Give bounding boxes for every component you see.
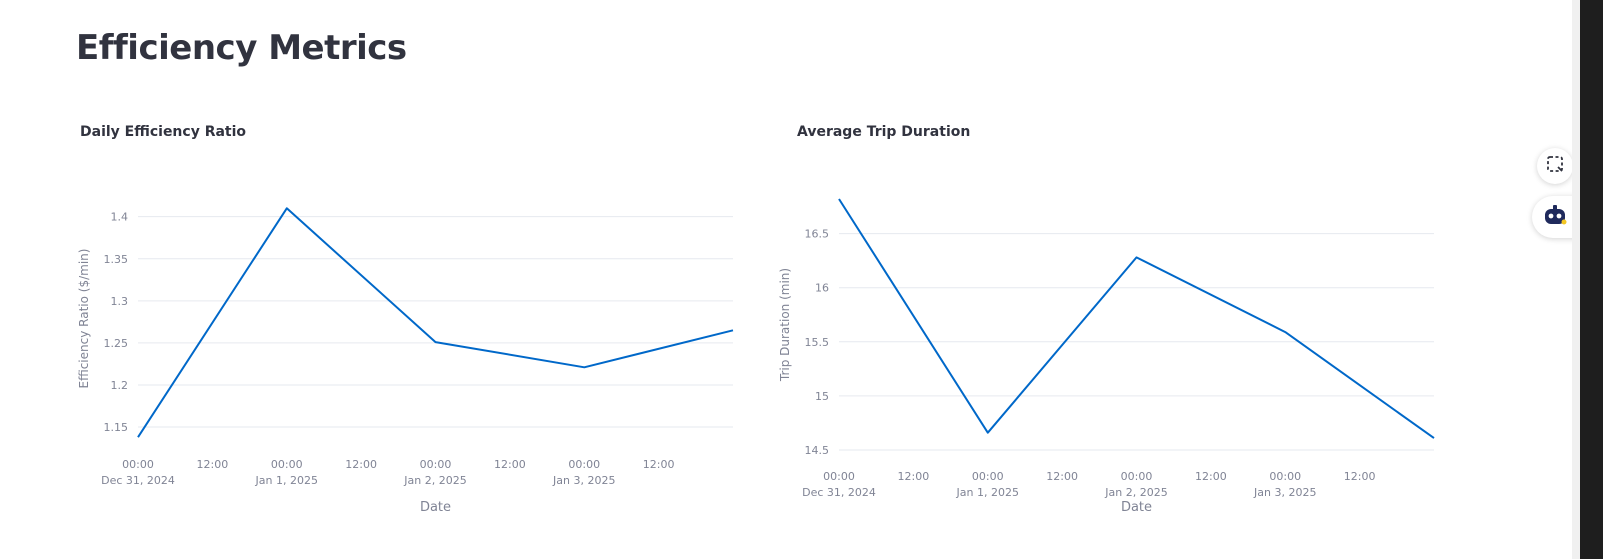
series-line[interactable] xyxy=(838,198,1435,439)
x-tick-label: 00:00 xyxy=(972,470,1004,483)
y-tick-label: 15 xyxy=(815,390,829,403)
x-tick-date-label: Jan 1, 2025 xyxy=(956,486,1019,499)
x-tick-label: 12:00 xyxy=(1344,470,1376,483)
x-tick-date-label: Dec 31, 2024 xyxy=(802,486,876,499)
y-tick-label: 16 xyxy=(815,282,829,295)
x-tick-date-label: Jan 3, 2025 xyxy=(1253,486,1316,499)
x-axis-title: Date xyxy=(1121,500,1152,515)
y-tick-label: 16.5 xyxy=(805,228,830,241)
robot-assistant-icon xyxy=(1542,203,1568,231)
screenshot-button[interactable] xyxy=(1537,148,1573,184)
x-tick-label: 00:00 xyxy=(1269,470,1301,483)
y-tick-label: 15.5 xyxy=(805,336,830,349)
x-tick-date-label: Jan 2, 2025 xyxy=(1104,486,1167,499)
y-tick-label: 14.5 xyxy=(805,444,830,457)
x-tick-label: 00:00 xyxy=(823,470,855,483)
y-axis-title: Trip Duration (min) xyxy=(778,268,792,382)
scrollbar[interactable] xyxy=(1572,0,1580,559)
x-tick-label: 12:00 xyxy=(1195,470,1227,483)
x-tick-label: 12:00 xyxy=(1046,470,1078,483)
x-tick-label: 00:00 xyxy=(1121,470,1153,483)
window-edge xyxy=(1580,0,1603,559)
trip-duration-chart[interactable]: 14.5 15 15.5 16 16.5 00:00 Dec 31, 2024 12:00 00… xyxy=(0,0,1603,559)
x-tick-label: 12:00 xyxy=(898,470,930,483)
screenshot-select-icon xyxy=(1546,155,1564,177)
